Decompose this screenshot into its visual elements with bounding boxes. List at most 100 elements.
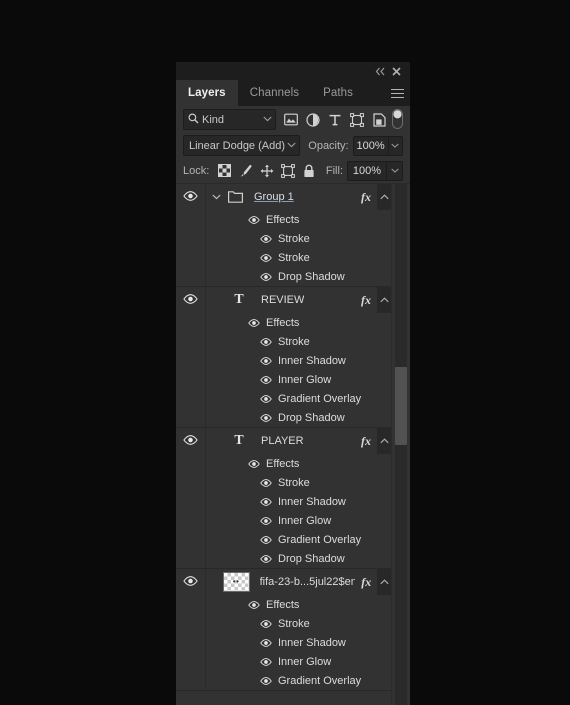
eye-icon — [183, 573, 198, 591]
effects-collapse-toggle[interactable] — [377, 569, 392, 595]
effect-gutter — [176, 267, 206, 286]
layer-visibility-toggle[interactable] — [176, 428, 206, 454]
layer-visibility-toggle[interactable] — [176, 184, 206, 210]
effect-row[interactable]: Stroke — [176, 614, 392, 633]
filter-kind-dropdown[interactable]: Kind — [183, 109, 276, 130]
effect-row[interactable]: Inner Glow — [176, 652, 392, 671]
layer-main: Group 1 — [206, 184, 355, 210]
layer-effects-badge[interactable]: fx — [355, 190, 377, 205]
lock-all-icon[interactable] — [298, 160, 319, 181]
effect-label: Drop Shadow — [278, 270, 345, 283]
filter-pixel-layers-icon[interactable] — [280, 109, 302, 131]
effects-label: Effects — [266, 457, 300, 470]
opacity-input[interactable]: 100% — [352, 135, 388, 156]
layer-name[interactable]: PLAYER — [261, 435, 304, 447]
lock-artboard-nesting-icon[interactable] — [277, 160, 298, 181]
opacity-label: Opacity: — [308, 139, 349, 152]
layer-name[interactable]: fifa-23-b...5jul22$en — [260, 576, 356, 588]
effect-visibility-toggle[interactable] — [256, 356, 276, 365]
effect-visibility-toggle[interactable] — [256, 413, 276, 422]
effect-visibility-toggle[interactable] — [256, 272, 276, 281]
effect-row[interactable]: Stroke — [176, 229, 392, 248]
effect-row[interactable]: Stroke — [176, 473, 392, 492]
tab-channels-label: Channels — [249, 87, 300, 99]
layer-effects-badge[interactable]: fx — [355, 575, 377, 590]
effect-visibility-toggle[interactable] — [256, 253, 276, 262]
effect-visibility-toggle[interactable] — [256, 234, 276, 243]
effect-row[interactable]: Gradient Overlay — [176, 530, 392, 549]
effect-visibility-toggle[interactable] — [256, 337, 276, 346]
filter-enable-toggle[interactable] — [392, 108, 403, 131]
effects-header-row[interactable]: Effects — [176, 313, 392, 332]
filter-type-layers-icon[interactable] — [324, 109, 346, 131]
effect-row[interactable]: Inner Shadow — [176, 633, 392, 652]
tab-channels[interactable]: Channels — [237, 80, 312, 106]
layer-name[interactable]: Group 1 — [254, 191, 294, 203]
layer-visibility-toggle[interactable] — [176, 287, 206, 313]
effect-visibility-toggle[interactable] — [256, 657, 276, 666]
lock-transparent-pixels-icon[interactable] — [214, 160, 235, 181]
tab-layers[interactable]: Layers — [176, 80, 238, 106]
fill-stepper[interactable] — [386, 160, 403, 181]
filter-smart-object-layers-icon[interactable] — [368, 109, 390, 131]
tab-paths[interactable]: Paths — [311, 80, 365, 106]
layer-row[interactable]: T PLAYER fx — [176, 428, 392, 454]
effects-visibility-toggle[interactable] — [244, 459, 264, 468]
effect-row[interactable]: Drop Shadow — [176, 408, 392, 427]
effects-collapse-toggle[interactable] — [377, 184, 392, 210]
panel-menu-button[interactable] — [384, 80, 410, 106]
effect-visibility-toggle[interactable] — [256, 535, 276, 544]
effects-collapse-toggle[interactable] — [377, 428, 392, 454]
effect-visibility-toggle[interactable] — [256, 554, 276, 563]
effects-header-row[interactable]: Effects — [176, 210, 392, 229]
effects-header-row[interactable]: Effects — [176, 454, 392, 473]
effect-gutter — [176, 492, 206, 511]
effect-row[interactable]: Gradient Overlay — [176, 671, 392, 690]
blend-mode-dropdown[interactable]: Linear Dodge (Add) — [183, 135, 301, 156]
filter-shape-layers-icon[interactable] — [346, 109, 368, 131]
effect-visibility-toggle[interactable] — [256, 375, 276, 384]
fill-input[interactable]: 100% — [347, 160, 386, 181]
filter-adjustment-layers-icon[interactable] — [302, 109, 324, 131]
text-layer-icon: T — [234, 433, 244, 448]
collapse-panel-icon[interactable] — [372, 63, 388, 79]
eye-icon — [183, 291, 198, 309]
layer-effects-badge[interactable]: fx — [355, 293, 377, 308]
layer-row[interactable]: T REVIEW fx — [176, 287, 392, 313]
effect-row[interactable]: Gradient Overlay — [176, 389, 392, 408]
effect-row[interactable]: Stroke — [176, 248, 392, 267]
scrollbar-thumb[interactable] — [395, 367, 407, 445]
effect-row[interactable]: Inner Glow — [176, 370, 392, 389]
effect-row[interactable]: Drop Shadow — [176, 549, 392, 568]
layer-name[interactable]: REVIEW — [261, 294, 304, 306]
layer-visibility-toggle[interactable] — [176, 569, 206, 595]
effect-visibility-toggle[interactable] — [256, 394, 276, 403]
layer-thumbnail[interactable]: •• — [222, 572, 250, 592]
effect-row[interactable]: Inner Glow — [176, 511, 392, 530]
close-panel-icon[interactable] — [388, 63, 404, 79]
lock-image-pixels-icon[interactable] — [235, 160, 256, 181]
effect-visibility-toggle[interactable] — [256, 497, 276, 506]
layer-row[interactable]: Group 1 fx — [176, 184, 392, 210]
layer-row[interactable]: •• fifa-23-b...5jul22$en fx — [176, 569, 392, 595]
chevron-down-icon[interactable] — [210, 194, 223, 200]
effect-row[interactable]: Inner Shadow — [176, 351, 392, 370]
effect-visibility-toggle[interactable] — [256, 676, 276, 685]
layers-scrollbar[interactable] — [391, 184, 410, 705]
effect-visibility-toggle[interactable] — [256, 516, 276, 525]
effects-visibility-toggle[interactable] — [244, 600, 264, 609]
effects-collapse-toggle[interactable] — [377, 287, 392, 313]
effect-row[interactable]: Drop Shadow — [176, 267, 392, 286]
effects-header-row[interactable]: Effects — [176, 595, 392, 614]
effects-visibility-toggle[interactable] — [244, 318, 264, 327]
opacity-stepper[interactable] — [387, 135, 403, 156]
effect-row[interactable]: Inner Shadow — [176, 492, 392, 511]
effect-visibility-toggle[interactable] — [256, 478, 276, 487]
effect-row[interactable]: Stroke — [176, 332, 392, 351]
lock-position-icon[interactable] — [256, 160, 277, 181]
effects-visibility-toggle[interactable] — [244, 215, 264, 224]
effect-visibility-toggle[interactable] — [256, 619, 276, 628]
layer-group: Group 1 fx Effects Stroke Stroke Drop Shadow — [176, 184, 392, 287]
layer-effects-badge[interactable]: fx — [355, 434, 377, 449]
effect-visibility-toggle[interactable] — [256, 638, 276, 647]
